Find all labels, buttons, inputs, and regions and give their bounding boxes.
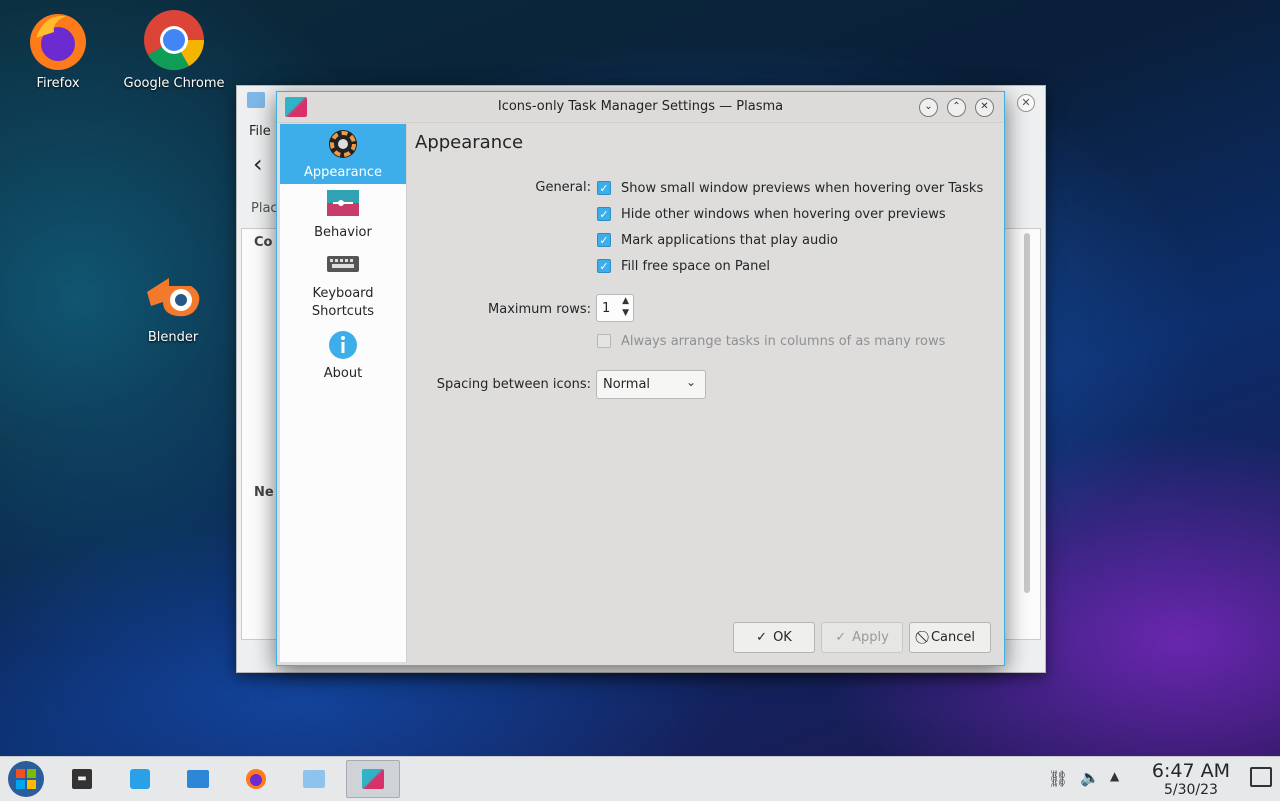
start-orb-icon [8, 761, 44, 797]
folder-icon [303, 770, 325, 788]
settings-content: Appearance General: ✓ Show small window … [407, 124, 1004, 665]
sidebar-item-behavior[interactable]: Behavior [280, 184, 406, 244]
sidebar-item-appearance[interactable]: Appearance [280, 124, 406, 184]
folder-icon [187, 770, 209, 788]
checkbox-label: Fill free space on Panel [621, 258, 770, 274]
sidebar-item-label: Appearance [303, 165, 383, 180]
folder-icon [247, 92, 265, 108]
close-button[interactable]: ✕ [975, 98, 994, 117]
taskbar-store[interactable] [116, 760, 164, 798]
max-rows-spinbox[interactable]: 1 ▲ ▼ [596, 294, 634, 322]
check-icon: ✓ [756, 630, 768, 645]
checkbox[interactable]: ✓ [597, 259, 611, 273]
checkbox-always-arrange[interactable]: Always arrange tasks in columns of as ma… [597, 332, 945, 350]
checkbox-label: Always arrange tasks in columns of as ma… [621, 333, 946, 349]
appearance-icon [327, 128, 359, 160]
places-section-label: Ne [254, 485, 274, 500]
back-arrow-icon[interactable]: ‹ [253, 150, 263, 178]
menu-file[interactable]: File [249, 124, 271, 139]
title-bar[interactable]: Icons-only Task Manager Settings — Plasm… [277, 92, 1004, 123]
checkbox[interactable]: ✓ [597, 233, 611, 247]
terminal-icon: ▬ [72, 769, 92, 789]
desktop-icon-chrome[interactable]: Google Chrome [119, 8, 229, 91]
store-icon [130, 769, 150, 789]
close-icon[interactable]: ✕ [1017, 94, 1035, 112]
checkbox[interactable]: ✓ [597, 207, 611, 221]
clock-time: 6:47 AM [1151, 760, 1230, 782]
spacing-label: Spacing between icons: [436, 377, 591, 392]
view-panel [999, 228, 1041, 640]
button-label: Cancel [930, 630, 976, 645]
clock-date: 5/30/23 [1163, 782, 1218, 798]
sidebar-item-label: Behavior [314, 225, 372, 240]
check-icon: ✓ [835, 630, 847, 645]
info-icon [327, 329, 359, 361]
settings-sidebar: Appearance Behavior Keyboard Shortcuts A… [280, 124, 407, 662]
page-title: Appearance [415, 132, 524, 153]
sidebar-item-label: Keyboard Shortcuts [311, 286, 375, 319]
checkbox-show-previews[interactable]: ✓ Show small window previews when hoveri… [597, 179, 983, 197]
spacing-select[interactable]: Normal ⌄ [596, 370, 706, 399]
checkbox-label: Hide other windows when hovering over pr… [621, 206, 946, 222]
blender-icon [141, 262, 205, 326]
select-value: Normal [603, 377, 651, 392]
taskbar-terminal[interactable]: ▬ [58, 760, 106, 798]
volume-icon[interactable]: 🔈 [1080, 768, 1100, 787]
button-label: Apply [852, 630, 889, 645]
checkbox[interactable]: ✓ [597, 181, 611, 195]
button-label: OK [773, 630, 792, 645]
chevron-up-icon[interactable]: ▲ [622, 296, 629, 306]
keyboard-icon [327, 248, 359, 280]
desktop-icon-firefox[interactable]: Firefox [3, 8, 113, 91]
checkbox-hide-other-windows[interactable]: ✓ Hide other windows when hovering over … [597, 205, 946, 223]
cancel-button[interactable]: ⃠Cancel [909, 622, 991, 653]
checkbox-label: Show small window previews when hovering… [621, 180, 984, 196]
clock[interactable]: 6:47 AM 5/30/23 [1152, 760, 1230, 798]
places-label: Plac [251, 201, 278, 216]
desktop-icon-label: Google Chrome [123, 76, 225, 91]
app-icon [362, 769, 384, 789]
checkbox-mark-audio[interactable]: ✓ Mark applications that play audio [597, 231, 838, 249]
sidebar-item-about[interactable]: About [280, 325, 406, 385]
chevron-down-icon[interactable]: ▼ [622, 308, 629, 318]
checkbox-fill-free-space[interactable]: ✓ Fill free space on Panel [597, 257, 770, 275]
behavior-icon [327, 188, 359, 220]
sidebar-item-keyboard-shortcuts[interactable]: Keyboard Shortcuts [280, 244, 406, 325]
tray-expand-icon[interactable]: ▲ [1110, 769, 1119, 783]
spinbox-value: 1 [602, 301, 611, 316]
chevron-down-icon: ⌄ [685, 375, 696, 389]
apply-button[interactable]: ✓ Apply [821, 622, 903, 653]
maximize-button[interactable]: ⌃ [947, 98, 966, 117]
start-menu-button[interactable] [2, 760, 50, 798]
desktop-icon-label: Blender [147, 330, 199, 345]
window-title: Icons-only Task Manager Settings — Plasm… [497, 99, 784, 114]
taskbar-file-manager[interactable] [174, 760, 222, 798]
max-rows-label: Maximum rows: [488, 302, 591, 317]
taskbar-firefox[interactable] [232, 760, 280, 798]
network-icon[interactable]: ⛓ [1048, 769, 1068, 788]
desktop-icon-blender[interactable]: Blender [118, 262, 228, 345]
general-label: General: [535, 180, 591, 195]
task-manager-settings-dialog: Icons-only Task Manager Settings — Plasm… [276, 91, 1005, 666]
checkbox[interactable] [597, 334, 611, 348]
show-desktop-button[interactable] [1250, 767, 1272, 787]
desktop-icon-label: Firefox [36, 76, 80, 91]
ok-button[interactable]: ✓ OK [733, 622, 815, 653]
taskbar: ▬ ⛓ 🔈 ▲ 6:47 AM 5/30/23 [0, 756, 1280, 801]
minimize-button[interactable]: ⌄ [919, 98, 938, 117]
places-section-label: Co [254, 235, 273, 250]
firefox-icon [246, 769, 266, 789]
sidebar-item-label: About [323, 366, 363, 381]
firefox-icon [26, 8, 90, 72]
checkbox-label: Mark applications that play audio [621, 232, 839, 248]
taskbar-settings-active[interactable] [346, 760, 400, 798]
taskbar-dolphin[interactable] [290, 760, 338, 798]
chrome-icon [142, 8, 206, 72]
scrollbar[interactable] [1024, 233, 1030, 593]
